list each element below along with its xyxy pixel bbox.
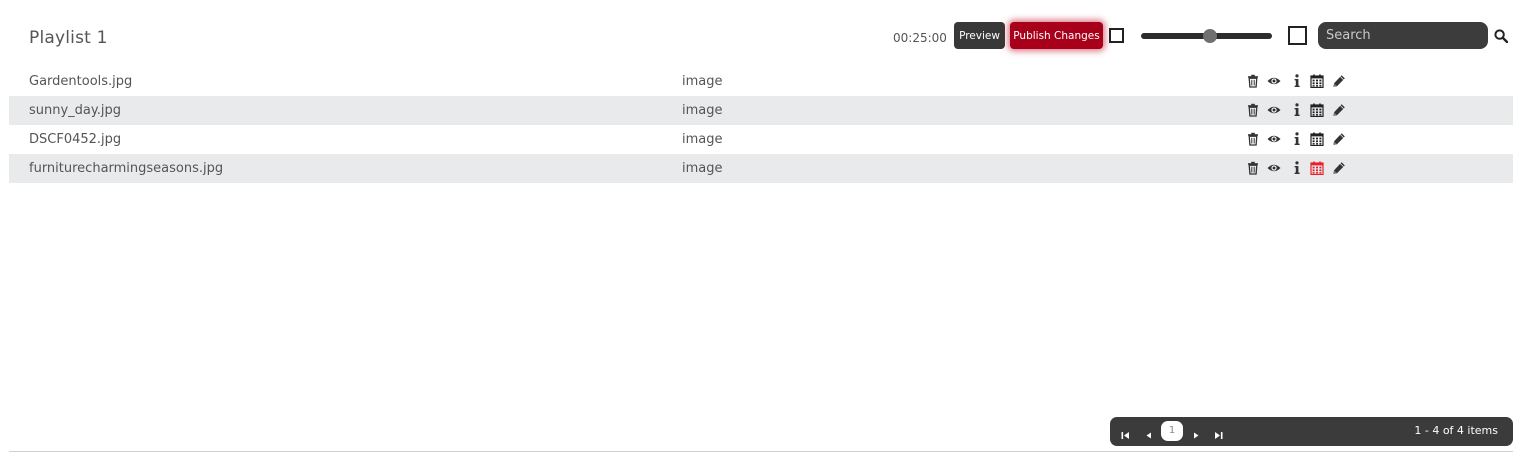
search-input[interactable]	[1318, 22, 1488, 49]
info-icon[interactable]	[1290, 161, 1304, 175]
calendar-icon[interactable]	[1310, 103, 1324, 117]
trash-icon[interactable]	[1246, 103, 1260, 117]
eye-icon[interactable]	[1267, 161, 1281, 175]
eye-icon[interactable]	[1267, 132, 1281, 146]
playlist-header: Playlist 1 00:25:00 Preview Publish Chan…	[0, 0, 1516, 70]
first-page-icon[interactable]	[1120, 426, 1131, 439]
pencil-icon[interactable]	[1332, 103, 1346, 117]
pencil-icon[interactable]	[1332, 132, 1346, 146]
publish-changes-button[interactable]: Publish Changes	[1010, 22, 1103, 49]
preview-button[interactable]: Preview	[954, 22, 1005, 49]
item-type: image	[682, 161, 723, 176]
previous-page-icon[interactable]	[1143, 426, 1154, 439]
current-page-button[interactable]: 1	[1161, 421, 1183, 441]
table-row[interactable]: DSCF0452.jpg image	[9, 125, 1513, 154]
item-type: image	[682, 103, 723, 118]
info-icon[interactable]	[1290, 132, 1304, 146]
item-name: DSCF0452.jpg	[29, 132, 122, 147]
pagination-bar: 1 1 - 4 of 4 items	[1110, 417, 1513, 446]
table-row[interactable]: furniturecharmingseasons.jpg image	[9, 154, 1513, 183]
bottom-divider	[9, 451, 1513, 452]
trash-icon[interactable]	[1246, 74, 1260, 88]
trash-icon[interactable]	[1246, 132, 1260, 146]
item-name: sunny_day.jpg	[29, 103, 121, 118]
zoom-slider[interactable]	[1141, 29, 1272, 43]
search-icon[interactable]	[1494, 28, 1509, 44]
item-type: image	[682, 74, 723, 89]
table-row[interactable]: sunny_day.jpg image	[9, 96, 1513, 125]
pencil-icon[interactable]	[1332, 74, 1346, 88]
playlist-items: Gardentools.jpg image sunny_day.jpg image DS…	[9, 67, 1513, 183]
item-name: Gardentools.jpg	[29, 74, 133, 89]
calendar-icon[interactable]	[1310, 132, 1324, 146]
playlist-duration: 00:25:00	[893, 31, 947, 45]
calendar-icon[interactable]	[1310, 74, 1324, 88]
zoom-slider-thumb[interactable]	[1203, 29, 1217, 43]
next-page-icon[interactable]	[1191, 426, 1202, 439]
small-view-checkbox[interactable]	[1109, 28, 1124, 43]
large-view-checkbox[interactable]	[1288, 26, 1307, 45]
eye-icon[interactable]	[1267, 103, 1281, 117]
page-title: Playlist 1	[29, 28, 108, 48]
pencil-icon[interactable]	[1332, 161, 1346, 175]
last-page-icon[interactable]	[1213, 426, 1224, 439]
table-row[interactable]: Gardentools.jpg image	[9, 67, 1513, 96]
info-icon[interactable]	[1290, 74, 1304, 88]
item-type: image	[682, 132, 723, 147]
calendar-icon[interactable]	[1310, 161, 1324, 175]
info-icon[interactable]	[1290, 103, 1304, 117]
item-name: furniturecharmingseasons.jpg	[29, 161, 224, 176]
pagination-info: 1 - 4 of 4 items	[1414, 424, 1498, 437]
eye-icon[interactable]	[1267, 74, 1281, 88]
trash-icon[interactable]	[1246, 161, 1260, 175]
